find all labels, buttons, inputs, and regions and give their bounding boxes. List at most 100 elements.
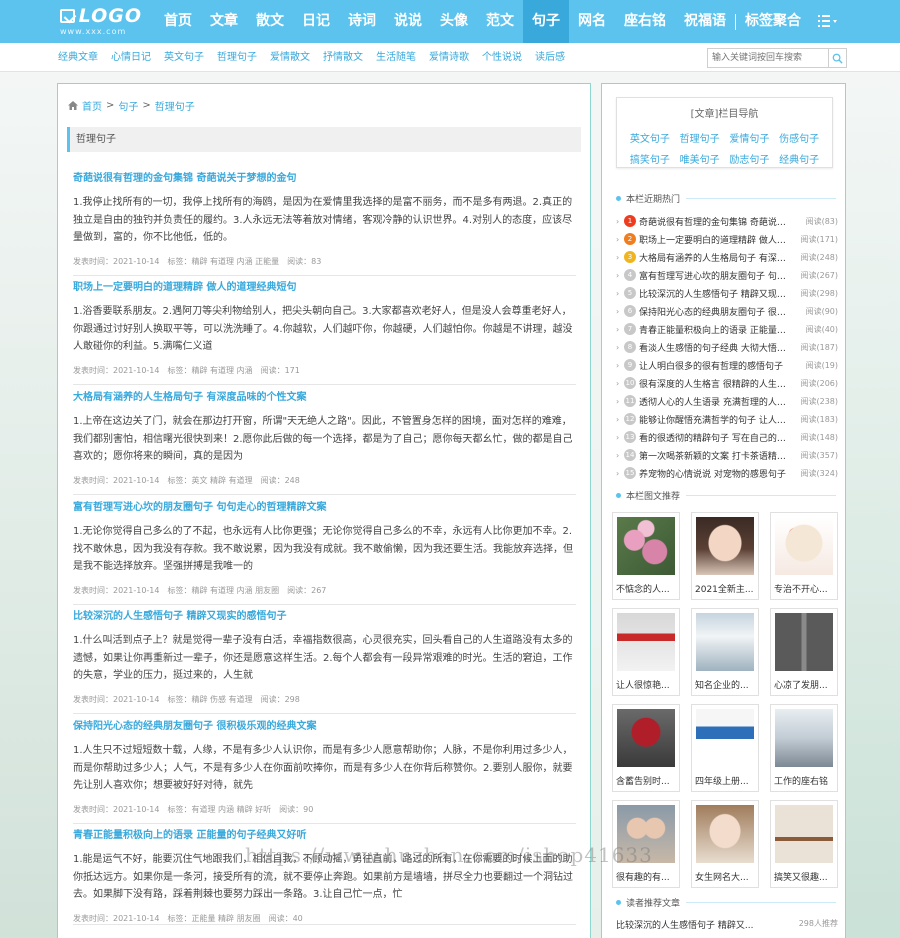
pic-caption[interactable]: 心凉了发朋... xyxy=(771,678,837,691)
pic-caption[interactable]: 2021全新主... xyxy=(692,582,758,595)
pic-caption[interactable]: 让人很惊艳... xyxy=(613,678,679,691)
search-button[interactable] xyxy=(828,49,846,67)
hot-item-title[interactable]: 保持阳光心态的经典朋友圈句子 很积极乐观的经典文案 xyxy=(639,305,789,318)
hot-item-title[interactable]: 透彻人心的人生语录 充满哲理的人生语录 xyxy=(639,395,789,408)
pic-caption[interactable]: 知名企业的... xyxy=(692,678,758,691)
office-hall-image[interactable] xyxy=(696,613,754,671)
hot-list-item[interactable]: › 12能够让你醒悟充满哲学的句子 让人醒悟的句子 阅读(183) xyxy=(616,410,838,428)
subnav-link[interactable]: 爱情散文 xyxy=(270,43,318,72)
pic-caption[interactable]: 专治不开心... xyxy=(771,582,837,595)
pic-card[interactable]: 含蓄告别时... xyxy=(612,704,680,792)
pic-caption[interactable]: 很有趣的有... xyxy=(613,870,679,883)
nav-item[interactable]: 标签聚合 xyxy=(736,0,810,43)
breadcrumb-level1[interactable]: 句子 xyxy=(118,98,138,113)
rec-list-item[interactable]: 比较深沉的人生感悟句子 精辟又... 298人推荐 xyxy=(616,918,838,931)
pic-card[interactable]: 2021全新主... xyxy=(691,512,759,600)
pic-card[interactable]: 搞笑又很趣... xyxy=(770,800,838,888)
nav-item[interactable]: 诗词 xyxy=(339,0,385,43)
hot-item-title[interactable]: 大格局有涵养的人生格局句子 有深度品味的个性文案 xyxy=(639,251,789,264)
article-title[interactable]: 比较深沉的人生感悟句子 精辟又现实的感悟句子 xyxy=(73,610,576,624)
breadcrumb-home[interactable]: 首页 xyxy=(82,98,102,113)
girl-portrait-image[interactable] xyxy=(696,517,754,575)
pic-caption[interactable]: 不惦念的人... xyxy=(613,582,679,595)
article-title[interactable]: 职场上一定要明白的道理精辟 做人的道理经典短句 xyxy=(73,281,576,295)
hot-item-title[interactable]: 职场上一定要明白的道理精辟 做人的道理经典短句 xyxy=(639,233,789,246)
business-people-image[interactable] xyxy=(775,709,833,767)
hot-list-item[interactable]: › 11 透彻人心的人生语录 充满哲理的人生语录 阅读(238) xyxy=(616,392,838,410)
list-menu-icon[interactable] xyxy=(818,13,840,29)
pic-caption[interactable]: 含蓄告别时... xyxy=(613,774,679,787)
nav-item[interactable]: 文章 xyxy=(201,0,247,43)
category-link[interactable]: 哲理句子 xyxy=(675,130,725,145)
cartoon-image[interactable] xyxy=(775,517,833,575)
love-board-image[interactable] xyxy=(617,613,675,671)
hot-list-item[interactable]: › 7青春正能量积极向上的语录 正能量的句子经典又好听 阅读(40) xyxy=(616,320,838,338)
rose-image[interactable] xyxy=(617,709,675,767)
subnav-link[interactable]: 哲理句子 xyxy=(217,43,265,72)
hot-item-title[interactable]: 富有哲理写进心坎的朋友圈句子 句句走心的哲理精辟文案 xyxy=(639,269,789,282)
hot-list-item[interactable]: › 1奇葩说很有哲理的金句集锦 奇葩说关于梦想的金句 阅读(83) xyxy=(616,212,838,230)
hot-item-title[interactable]: 看的很透彻的精辟句子 写在自己的心里 xyxy=(639,431,789,444)
subnav-link[interactable]: 读后感 xyxy=(535,43,573,72)
hot-list-item[interactable]: › 2职场上一定要明白的道理精辟 做人的道理经典短句 阅读(171) xyxy=(616,230,838,248)
pic-card[interactable]: 四年级上册... xyxy=(691,704,759,792)
subnav-link[interactable]: 心情日记 xyxy=(111,43,159,72)
nav-item[interactable]: 日记 xyxy=(293,0,339,43)
site-logo[interactable]: LOGO www.xxx.com xyxy=(60,5,142,38)
subnav-link[interactable]: 经典文章 xyxy=(58,43,106,72)
flowers-image[interactable] xyxy=(617,517,675,575)
hot-item-title[interactable]: 让人明白很多的很有哲理的感悟句子 xyxy=(639,359,789,372)
category-link[interactable]: 唯美句子 xyxy=(675,151,725,166)
rec-item-title[interactable]: 比较深沉的人生感悟句子 精辟又... xyxy=(616,918,799,931)
nav-item[interactable]: 祝福语 xyxy=(675,0,735,43)
hot-list-item[interactable]: › 8看淡人生感悟的句子经典 大彻大悟看透人生的句子 阅读(187) xyxy=(616,338,838,356)
article-title[interactable]: 大格局有涵养的人生格局句子 有深度品味的个性文案 xyxy=(73,391,576,405)
hot-item-title[interactable]: 奇葩说很有哲理的金句集锦 奇葩说关于梦想的金句 xyxy=(639,215,789,228)
subnav-link[interactable]: 抒情散文 xyxy=(323,43,371,72)
pic-card[interactable]: 工作的座右铭 xyxy=(770,704,838,792)
pic-caption[interactable]: 工作的座右铭 xyxy=(771,774,837,787)
hot-item-title[interactable]: 看淡人生感悟的句子经典 大彻大悟看透人生的句子 xyxy=(639,341,789,354)
pic-card[interactable]: 让人很惊艳... xyxy=(612,608,680,696)
nav-item[interactable]: 散文 xyxy=(247,0,293,43)
pic-card[interactable]: 知名企业的... xyxy=(691,608,759,696)
breadcrumb-level2[interactable]: 哲理句子 xyxy=(155,98,195,113)
pic-card[interactable]: 女生网名大... xyxy=(691,800,759,888)
hot-item-title[interactable]: 比较深沉的人生感悟句子 精辟又现实的感悟句子 xyxy=(639,287,789,300)
smiling-girl-image[interactable] xyxy=(696,805,754,863)
nav-item[interactable]: 首页 xyxy=(155,0,201,43)
hot-list-item[interactable]: › 4富有哲理写进心坎的朋友圈句子 句句走心的哲理精辟文案 阅读(267) xyxy=(616,266,838,284)
subnav-link[interactable]: 个性说说 xyxy=(482,43,530,72)
category-link[interactable]: 励志句子 xyxy=(725,151,775,166)
hot-item-title[interactable]: 能够让你醒悟充满哲学的句子 让人醒悟的句子 xyxy=(639,413,789,426)
hot-item-title[interactable]: 养宠物的心情说说 对宠物的感恩句子 xyxy=(639,467,789,480)
category-link[interactable]: 爱情句子 xyxy=(725,130,775,145)
pic-card[interactable]: 专治不开心... xyxy=(770,512,838,600)
pic-caption[interactable]: 搞笑又很趣... xyxy=(771,870,837,883)
category-link[interactable]: 搞笑句子 xyxy=(625,151,675,166)
hot-list-item[interactable]: › 13 看的很透彻的精辟句子 写在自己的心里 阅读(148) xyxy=(616,428,838,446)
window-image[interactable] xyxy=(775,613,833,671)
article-title[interactable]: 奇葩说很有哲理的金句集锦 奇葩说关于梦想的金句 xyxy=(73,172,576,186)
category-link[interactable]: 英文句子 xyxy=(625,130,675,145)
pic-caption[interactable]: 女生网名大... xyxy=(692,870,758,883)
hot-list-item[interactable]: › 15 养宠物的心情说说 对宠物的感恩句子 阅读(324) xyxy=(616,464,838,482)
hot-item-title[interactable]: 很有深度的人生格言 很精辟的人生格言 xyxy=(639,377,789,390)
pic-card[interactable]: 心凉了发朋... xyxy=(770,608,838,696)
hot-list-item[interactable]: › 3大格局有涵养的人生格局句子 有深度品味的个性文案 阅读(248) xyxy=(616,248,838,266)
nav-item[interactable]: 说说 xyxy=(385,0,431,43)
article-title[interactable]: 富有哲理写进心坎的朋友圈句子 句句走心的哲理精辟文案 xyxy=(73,501,576,515)
hot-list-item[interactable]: › 5比较深沉的人生感悟句子 精辟又现实的感悟句子 阅读(298) xyxy=(616,284,838,302)
nav-item[interactable]: 头像 xyxy=(431,0,477,43)
nav-item[interactable]: 座右铭 xyxy=(615,0,675,43)
hot-item-title[interactable]: 青春正能量积极向上的语录 正能量的句子经典又好听 xyxy=(639,323,789,336)
nav-item[interactable]: 网名 xyxy=(569,0,615,43)
pic-caption[interactable]: 四年级上册... xyxy=(692,774,758,787)
hot-item-title[interactable]: 第一次喝茶新颖的文案 打卡茶语精辟句子 xyxy=(639,449,789,462)
article-title[interactable]: 青春正能量积极向上的语录 正能量的句子经典又好听 xyxy=(73,829,576,843)
hot-list-item[interactable]: › 6保持阳光心态的经典朋友圈句子 很积极乐观的经典文案 阅读(90) xyxy=(616,302,838,320)
nav-item[interactable]: 句子 xyxy=(523,0,569,43)
work-plan-image[interactable] xyxy=(696,709,754,767)
hot-list-item[interactable]: › 10 很有深度的人生格言 很精辟的人生格言 阅读(206) xyxy=(616,374,838,392)
pic-card[interactable]: 不惦念的人... xyxy=(612,512,680,600)
